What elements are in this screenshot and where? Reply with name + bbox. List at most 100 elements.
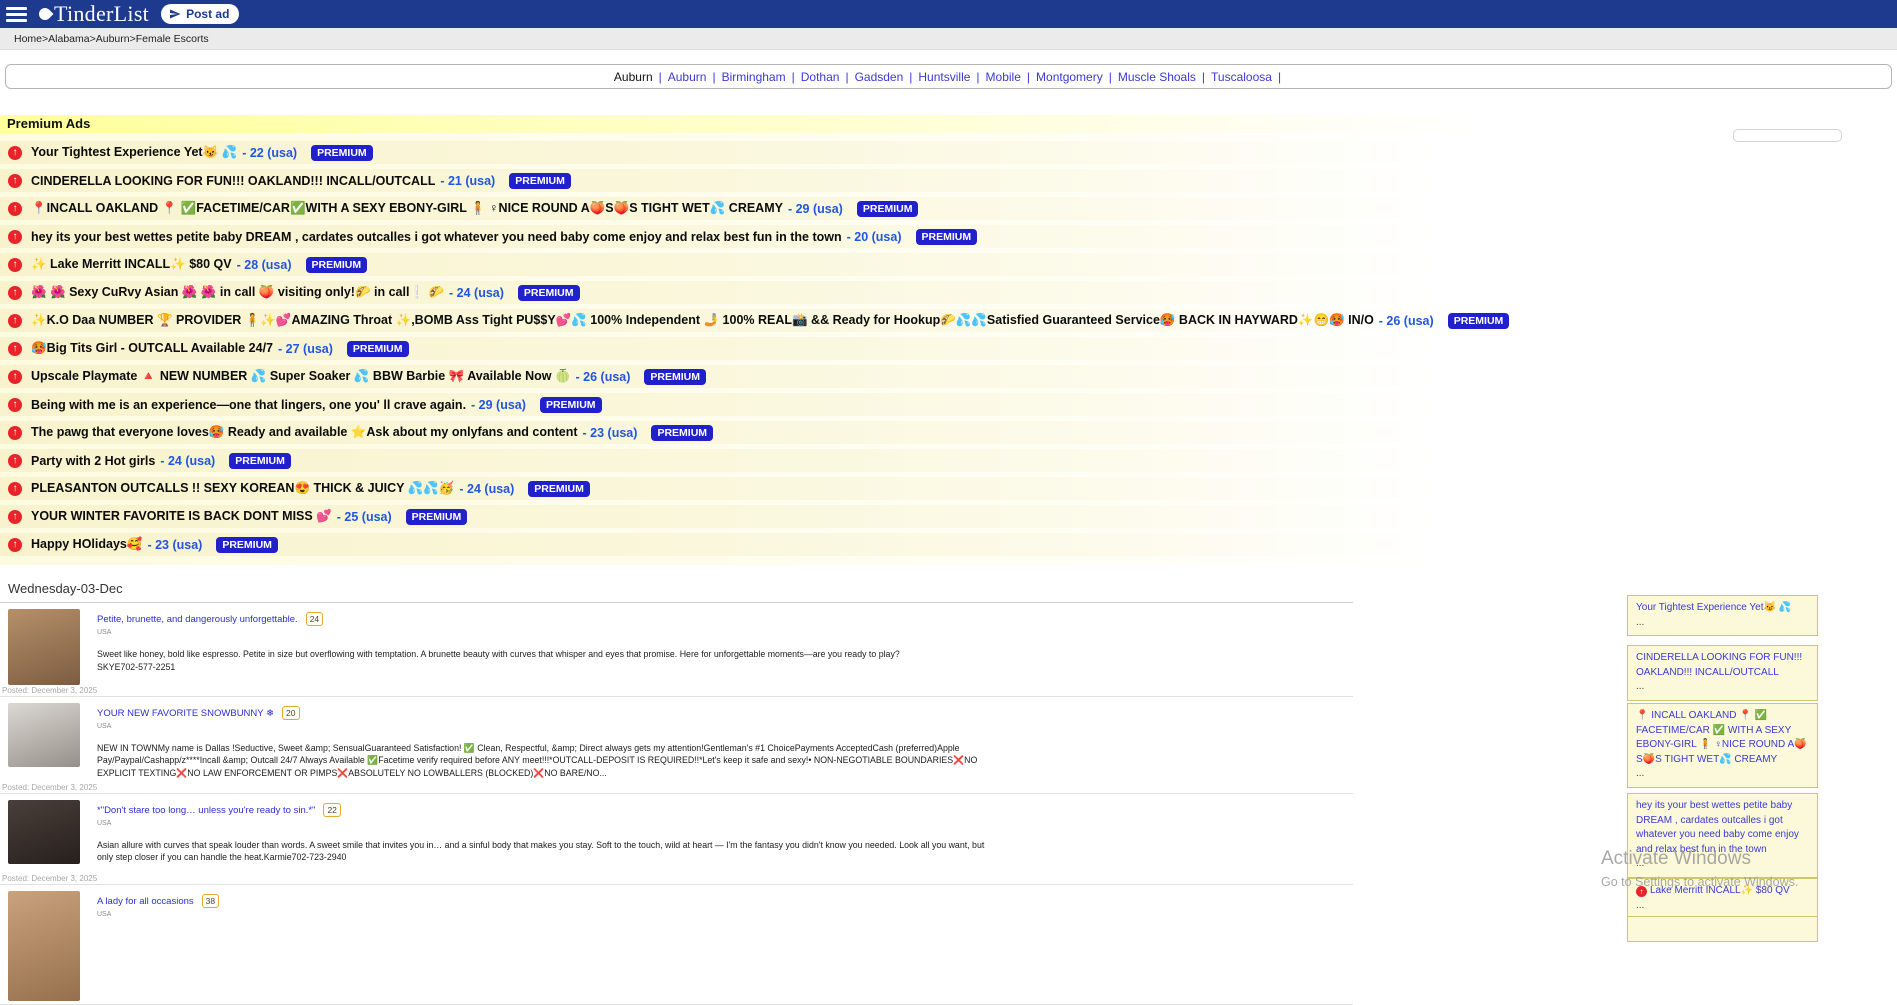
premium-badge: PREMIUM	[916, 229, 978, 245]
listing-body: Petite, brunette, and dangerously unforg…	[97, 609, 1353, 672]
premium-badge: PREMIUM	[509, 173, 571, 189]
premium-ad-age: - 27 (usa)	[278, 342, 333, 356]
post-ad-button[interactable]: Post ad	[161, 4, 239, 24]
premium-ad-title: PLEASANTON OUTCALLS !! SEXY KOREAN😍 THIC…	[31, 481, 454, 496]
premium-ad-title: 🥵Big Tits Girl - OUTCALL Available 24/7	[31, 341, 273, 356]
premium-ad-row[interactable]: ↑hey its your best wettes petite baby DR…	[0, 225, 1560, 248]
premium-ad-title: Upscale Playmate 🔺 NEW NUMBER 💦 Super So…	[31, 369, 571, 384]
sidebar-ad-more: ...	[1636, 857, 1809, 872]
boost-arrow-icon: ↑	[8, 482, 22, 496]
listing-posted-date: Posted: December 3, 2025	[2, 783, 97, 792]
sidebar-ad-link[interactable]: CINDERELLA LOOKING FOR FUN!!! OAKLAND!!!…	[1636, 652, 1802, 678]
boost-arrow-icon: ↑	[8, 510, 22, 524]
listing-country-label: USA	[97, 820, 997, 827]
premium-ad-row[interactable]: ↑📍INCALL OAKLAND 📍 ✅FACETIME/CAR✅WITH A …	[0, 197, 1560, 220]
hamburger-menu-icon[interactable]	[6, 7, 27, 22]
premium-ad-row[interactable]: ↑The pawg that everyone loves🥵 Ready and…	[0, 421, 1560, 444]
listing-title-link[interactable]: *"Don't stare too long… unless you're re…	[97, 805, 315, 816]
premium-ad-row[interactable]: ↑Happy HOlidays🥰 - 23 (usa)PREMIUM	[0, 533, 1560, 556]
premium-badge: PREMIUM	[644, 369, 706, 385]
boost-arrow-icon: ↑	[8, 202, 22, 216]
boost-arrow-icon: ↑	[8, 146, 22, 160]
sidebar-ad-box[interactable]: hey its your best wettes petite baby DRE…	[1627, 793, 1818, 878]
premium-ad-title: ✨ Lake Merritt INCALL✨ $80 QV	[31, 257, 232, 272]
sidebar-ad-box[interactable]	[1627, 916, 1818, 942]
premium-ad-row[interactable]: ↑Being with me is an experience—one that…	[0, 393, 1560, 416]
premium-ad-row[interactable]: ↑Your Tightest Experience Yet😼 💦 - 22 (u…	[0, 141, 1560, 164]
premium-ad-title: 🌺 🌺 Sexy CuRvy Asian 🌺 🌺 in call 🍑 visit…	[31, 285, 444, 300]
sidebar-ad-box[interactable]: CINDERELLA LOOKING FOR FUN!!! OAKLAND!!!…	[1627, 645, 1818, 701]
city-link-tuscaloosa[interactable]: Tuscaloosa	[1211, 70, 1272, 84]
premium-ad-row[interactable]: ↑Upscale Playmate 🔺 NEW NUMBER 💦 Super S…	[0, 365, 1560, 388]
premium-ad-age: - 25 (usa)	[337, 510, 392, 524]
listing-row: YOUR NEW FAVORITE SNOWBUNNY ❄20USANEW IN…	[0, 697, 1353, 794]
premium-ad-row[interactable]: ↑CINDERELLA LOOKING FOR FUN!!! OAKLAND!!…	[0, 169, 1560, 192]
premium-ad-age: - 28 (usa)	[237, 258, 292, 272]
city-link-muscle-shoals[interactable]: Muscle Shoals	[1118, 70, 1196, 84]
premium-ad-age: - 21 (usa)	[440, 174, 495, 188]
listing-title-row: YOUR NEW FAVORITE SNOWBUNNY ❄20	[97, 703, 997, 721]
top-navigation-bar: TinderList Post ad	[0, 0, 1897, 28]
listing-thumbnail[interactable]	[8, 703, 80, 767]
premium-badge: PREMIUM	[1448, 313, 1510, 329]
premium-ad-row[interactable]: ↑✨K.O Daa NUMBER 🏆 PROVIDER 🧍✨💕AMAZING T…	[0, 309, 1560, 332]
boost-arrow-icon: ↑	[8, 398, 22, 412]
city-link-birmingham[interactable]: Birmingham	[722, 70, 786, 84]
listing-thumbnail[interactable]	[8, 891, 80, 1001]
sidebar-ad-box[interactable]: 📍 INCALL OAKLAND 📍 ✅ FACETIME/CAR ✅ WITH…	[1627, 703, 1818, 788]
breadcrumb-item-home[interactable]: Home	[14, 33, 42, 45]
premium-ad-row[interactable]: ↑🌺 🌺 Sexy CuRvy Asian 🌺 🌺 in call 🍑 visi…	[0, 281, 1560, 304]
listing-description: NEW IN TOWNMy name is Dallas !Seductive,…	[97, 742, 997, 779]
listing-body: A lady for all occasions38USA	[97, 891, 1353, 918]
city-link-gadsden[interactable]: Gadsden	[855, 70, 904, 84]
sidebar-ad-link[interactable]: Lake Merritt INCALL✨ $80 QV	[1650, 885, 1790, 896]
breadcrumb-item-alabama[interactable]: Alabama	[48, 33, 89, 45]
sidebar-ad-box[interactable]: ↑Lake Merritt INCALL✨ $80 QV...	[1627, 878, 1818, 919]
sidebar-ad-box[interactable]: Your Tightest Experience Yet😼 💦...	[1627, 595, 1818, 636]
listing-age-badge: 22	[323, 803, 340, 817]
sidebar-ad-link[interactable]: hey its your best wettes petite baby DRE…	[1636, 800, 1799, 855]
premium-ad-row[interactable]: ↑ 🥵Big Tits Girl - OUTCALL Available 24/7…	[0, 337, 1560, 360]
city-link-huntsville[interactable]: Huntsville	[918, 70, 970, 84]
city-link-dothan[interactable]: Dothan	[801, 70, 840, 84]
breadcrumb-item-auburn[interactable]: Auburn	[96, 33, 130, 45]
sidebar-ad-link[interactable]: Your Tightest Experience Yet😼 💦	[1636, 602, 1791, 613]
boost-arrow-icon: ↑	[8, 342, 22, 356]
premium-ad-row[interactable]: ↑ PLEASANTON OUTCALLS !! SEXY KOREAN😍 THI…	[0, 477, 1560, 500]
listing-title-row: *"Don't stare too long… unless you're re…	[97, 800, 997, 818]
premium-ad-title: Happy HOlidays🥰	[31, 537, 142, 552]
premium-ad-age: - 24 (usa)	[459, 482, 514, 496]
city-link-montgomery[interactable]: Montgomery	[1036, 70, 1103, 84]
boost-arrow-icon: ↑	[8, 538, 22, 552]
premium-badge: PREMIUM	[216, 537, 278, 553]
city-link-mobile[interactable]: Mobile	[986, 70, 1021, 84]
premium-ad-title: YOUR WINTER FAVORITE IS BACK DONT MISS 💕	[31, 509, 332, 524]
top-right-placeholder	[1733, 129, 1842, 142]
boost-arrow-icon: ↑	[8, 454, 22, 468]
listing-posted-date: Posted: December 3, 2025	[2, 686, 97, 695]
premium-ad-row[interactable]: ↑✨ Lake Merritt INCALL✨ $80 QV - 28 (usa…	[0, 253, 1560, 276]
premium-ad-row[interactable]: ↑ YOUR WINTER FAVORITE IS BACK DONT MISS …	[0, 505, 1560, 528]
city-link-auburn[interactable]: Auburn	[668, 70, 707, 84]
listing-thumbnail[interactable]	[8, 609, 80, 685]
breadcrumb: Home >Alabama>Auburn >Female Escorts	[0, 28, 1897, 50]
sidebar-ad-link[interactable]: 📍 INCALL OAKLAND 📍 ✅ FACETIME/CAR ✅ WITH…	[1636, 710, 1807, 765]
listing-title-link[interactable]: A lady for all occasions	[97, 896, 194, 907]
listing-country-label: USA	[97, 911, 997, 918]
premium-ad-age: - 20 (usa)	[847, 230, 902, 244]
city-separator: |	[792, 70, 795, 84]
city-link-auburn: Auburn	[614, 70, 653, 84]
premium-badge: PREMIUM	[406, 509, 468, 525]
premium-ad-title: The pawg that everyone loves🥵 Ready and …	[31, 425, 578, 440]
site-logo[interactable]: TinderList	[39, 1, 149, 27]
listing-thumbnail[interactable]	[8, 800, 80, 864]
flame-logo-icon	[37, 6, 54, 23]
premium-ads-list: ↑Your Tightest Experience Yet😼 💦 - 22 (u…	[0, 141, 1560, 556]
breadcrumb-item-female-escorts: Female Escorts	[136, 33, 209, 45]
listing-age-badge: 24	[306, 612, 323, 626]
listing-title-link[interactable]: Petite, brunette, and dangerously unforg…	[97, 614, 298, 625]
sidebar-ad-more: ...	[1636, 899, 1809, 914]
premium-ad-row[interactable]: ↑Party with 2 Hot girls - 24 (usa)PREMIU…	[0, 449, 1560, 472]
premium-ad-age: - 29 (usa)	[471, 398, 526, 412]
listing-title-link[interactable]: YOUR NEW FAVORITE SNOWBUNNY ❄	[97, 708, 274, 719]
